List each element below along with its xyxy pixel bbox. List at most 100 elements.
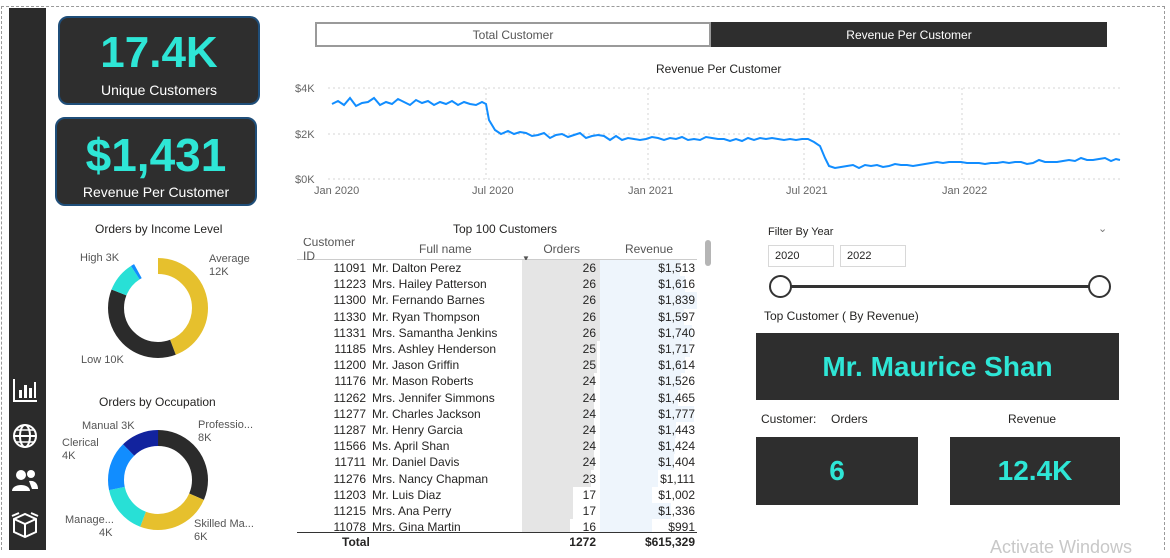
cell-customer-id: 11200 (333, 358, 366, 373)
table-row[interactable]: 11331 Mrs. Samantha Jenkins 26 $1,740 (297, 324, 697, 341)
table-row[interactable]: 11200 Mr. Jason Griffin 25 $1,614 (297, 357, 697, 374)
revenue-series-line[interactable] (331, 96, 1121, 170)
cell-customer-id: 11711 (334, 455, 366, 470)
cell-customer-id: 11277 (333, 406, 366, 421)
globe-icon[interactable] (10, 420, 40, 452)
cell-revenue: $1,002 (600, 486, 697, 503)
table-row[interactable]: 11330 Mr. Ryan Thompson 26 $1,597 (297, 308, 697, 325)
occupation-chart-title: Orders by Occupation (99, 395, 216, 409)
table-row[interactable]: 11276 Mrs. Nancy Chapman 23 $1,111 (297, 470, 697, 487)
cell-revenue: $1,443 (600, 421, 697, 439)
line-chart-title: Revenue Per Customer (656, 62, 782, 76)
cell-full-name: Mr. Dalton Perez (372, 261, 462, 276)
cell-orders: 25 (522, 340, 600, 358)
total-revenue: $615,329 (644, 534, 695, 549)
occupation-label-clerical: Clerical 4K (62, 437, 99, 462)
cell-full-name: Mr. Daniel Davis (372, 455, 460, 470)
tab-revenue-per-customer[interactable]: Revenue Per Customer (711, 22, 1107, 47)
cell-orders: 24 (522, 373, 600, 390)
slicer-from-input[interactable]: 2020 (768, 245, 834, 267)
cell-full-name: Mr. Fernando Barnes (372, 293, 485, 308)
occupation-label-manual: Manual 3K (82, 420, 135, 432)
cell-full-name: Mr. Charles Jackson (372, 406, 481, 421)
x-tick-jan-2020: Jan 2020 (314, 185, 359, 197)
cell-full-name: Mrs. Nancy Chapman (372, 471, 489, 486)
cell-customer-id: 11566 (333, 439, 366, 454)
cell-customer-id: 11176 (334, 374, 366, 389)
revenue-line-chart[interactable]: $4K $2K $0K Jan 2020 Jul 2020 Jan 2021 J… (290, 78, 1130, 198)
table-row[interactable]: 11215 Mrs. Ana Perry 17 $1,336 (297, 502, 697, 519)
cell-full-name: Mr. Mason Roberts (372, 374, 474, 389)
col-revenue[interactable]: Revenue (600, 242, 697, 256)
box-icon[interactable] (10, 508, 40, 540)
slicer-handle-from[interactable] (769, 275, 792, 298)
occupation-label-professional: Professio... 8K (198, 419, 254, 444)
cell-orders: 26 (522, 292, 600, 309)
cell-customer-id: 11276 (333, 471, 366, 486)
cell-customer-id: 11330 (333, 309, 366, 324)
report-canvas: 17.4K Unique Customers $1,431 Revenue Pe… (0, 0, 1170, 557)
cell-customer-id: 11091 (333, 261, 366, 276)
cell-full-name: Ms. April Shan (372, 439, 450, 454)
revenue-per-customer-card: $1,431 Revenue Per Customer (55, 117, 257, 206)
x-tick-jan-2022: Jan 2022 (942, 185, 987, 197)
top-customer-name: Mr. Maurice Shan (756, 333, 1119, 400)
users-icon[interactable] (10, 464, 40, 496)
unique-customers-card: 17.4K Unique Customers (58, 16, 260, 105)
cell-full-name: Mr. Luis Diaz (372, 487, 442, 502)
slicer-title: Filter By Year (768, 226, 834, 238)
col-full-name[interactable]: Full name (372, 242, 522, 256)
bar-chart-icon[interactable] (10, 374, 40, 406)
top-customer-title: Top Customer ( By Revenue) (764, 309, 919, 323)
col-orders[interactable]: Orders ▼ (522, 242, 600, 263)
col-customer-id[interactable]: Customer ID (297, 238, 372, 263)
cell-full-name: Mrs. Ashley Henderson (372, 342, 497, 357)
cell-full-name: Mr. Ryan Thompson (372, 309, 480, 324)
table-title: Top 100 Customers (453, 222, 558, 236)
slicer-chevron-down-icon[interactable]: ⌄ (1098, 222, 1107, 235)
tab-total-customer[interactable]: Total Customer (315, 22, 711, 47)
slicer-to-input[interactable]: 2022 (840, 245, 906, 267)
cell-customer-id: 11300 (333, 293, 366, 308)
table-row[interactable]: 11091 Mr. Dalton Perez 26 $1,513 (297, 260, 697, 277)
income-donut[interactable] (100, 250, 216, 366)
table-row[interactable]: 11287 Mr. Henry Garcia 24 $1,443 (297, 421, 697, 439)
cell-revenue: $1,777 (600, 405, 697, 422)
top-customer-orders: 6 (756, 437, 918, 505)
table-row[interactable]: 11185 Mrs. Ashley Henderson 25 $1,717 (297, 340, 697, 358)
cell-customer-id: 11203 (333, 487, 366, 502)
table-row[interactable]: 11566 Ms. April Shan 24 $1,424 (297, 438, 697, 455)
cell-full-name: Mrs. Hailey Patterson (372, 277, 487, 292)
revenue-bar (600, 486, 653, 503)
view-tabs: Total Customer Revenue Per Customer (315, 22, 1107, 47)
cell-revenue: $1,740 (600, 324, 697, 341)
table-row[interactable]: 11203 Mr. Luis Diaz 17 $1,002 (297, 486, 697, 503)
table-row[interactable]: 11300 Mr. Fernando Barnes 26 $1,839 (297, 292, 697, 309)
slicer-handle-to[interactable] (1088, 275, 1111, 298)
orders-bar (522, 486, 573, 503)
table-row[interactable]: 11176 Mr. Mason Roberts 24 $1,526 (297, 373, 697, 390)
table-row[interactable]: 11711 Mr. Daniel Davis 24 $1,404 (297, 454, 697, 471)
table-scrollbar[interactable] (705, 240, 711, 266)
revenue-per-customer-value: $1,431 (85, 129, 227, 181)
cell-customer-id: 11185 (334, 342, 366, 357)
income-label-low: Low 10K (81, 354, 124, 366)
income-label-high: High 3K (80, 252, 120, 264)
table-row[interactable]: 11277 Mr. Charles Jackson 24 $1,777 (297, 405, 697, 422)
cell-orders: 24 (522, 405, 600, 422)
cell-orders: 26 (522, 324, 600, 341)
table-row[interactable]: 11262 Mrs. Jennifer Simmons 24 $1,465 (297, 389, 697, 406)
cell-revenue: $1,616 (600, 276, 697, 293)
cell-full-name: Mrs. Samantha Jenkins (372, 325, 498, 340)
cell-revenue: $1,404 (600, 454, 697, 471)
cell-revenue: $1,839 (600, 292, 697, 309)
cell-revenue: $1,717 (600, 340, 697, 358)
total-label: Total (342, 534, 370, 549)
activate-windows-watermark: Activate Windows (990, 537, 1133, 557)
y-tick-2k: $2K (295, 129, 315, 141)
cell-orders: 26 (522, 260, 600, 277)
slicer-track[interactable] (781, 285, 1099, 288)
unique-customers-label: Unique Customers (101, 82, 217, 98)
x-tick-jul-2021: Jul 2021 (786, 185, 828, 197)
table-row[interactable]: 11223 Mrs. Hailey Patterson 26 $1,616 (297, 276, 697, 293)
